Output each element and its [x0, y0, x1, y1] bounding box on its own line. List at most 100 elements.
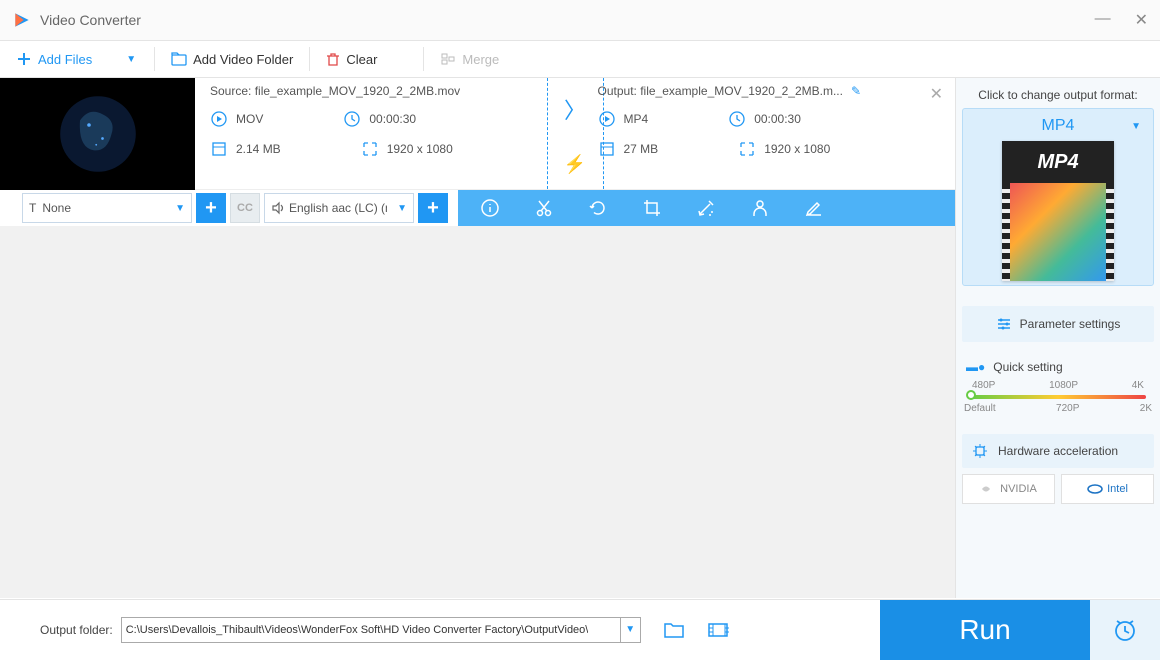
source-filename: Source: file_example_MOV_1920_2_2MB.mov	[210, 84, 558, 98]
nvidia-button[interactable]: NVIDIA	[962, 474, 1055, 504]
param-label: Parameter settings	[1020, 317, 1121, 331]
video-thumbnail[interactable]	[0, 78, 195, 190]
right-panel: Click to change output format: MP4 ▼ MP4…	[955, 78, 1160, 598]
audio-track-select[interactable]: English aac (LC) (mp ▼	[264, 193, 414, 223]
source-format: MOV	[210, 110, 263, 128]
intel-icon	[1087, 483, 1103, 495]
trash-icon	[326, 52, 340, 66]
merge-icon	[440, 51, 456, 67]
merge-button[interactable]: Merge	[424, 41, 515, 77]
subtitle-value: None	[42, 201, 71, 215]
hardware-accel-button[interactable]: Hardware acceleration	[962, 434, 1154, 468]
folder-plus-icon	[171, 51, 187, 67]
empty-area	[0, 226, 955, 598]
slider-tick: Default	[964, 403, 996, 414]
chip-icon	[972, 443, 988, 459]
source-size: 2.14 MB	[210, 140, 281, 158]
output-size: 27 MB	[598, 140, 659, 158]
browse-folder-button[interactable]	[663, 621, 685, 639]
info-tool[interactable]	[478, 196, 502, 220]
output-folder-label: Output folder:	[40, 623, 113, 637]
add-folder-button[interactable]: Add Video Folder	[155, 41, 309, 77]
chevron-down-icon: ▼	[391, 203, 413, 214]
audio-value: English aac (LC) (mp	[289, 201, 387, 215]
app-logo-icon	[12, 10, 32, 30]
hw-label: Hardware acceleration	[998, 444, 1118, 458]
earth-icon	[53, 89, 143, 179]
nvidia-icon	[980, 483, 996, 495]
window-title: Video Converter	[40, 12, 1095, 28]
bottom-bar: Output folder: C:\Users\Devallois_Thibau…	[0, 599, 1160, 659]
format-thumb-label: MP4	[1002, 141, 1114, 183]
output-duration: 00:00:30	[728, 110, 801, 128]
edit-tool[interactable]	[802, 196, 826, 220]
rename-button[interactable]: ✎	[851, 84, 861, 98]
merge-label: Merge	[462, 52, 499, 67]
output-resolution: 1920 x 1080	[738, 140, 830, 158]
titlebar: Video Converter ― ✕	[0, 0, 1160, 40]
slider-tick: 4K	[1132, 380, 1144, 391]
parameter-settings-button[interactable]: Parameter settings	[962, 306, 1154, 342]
resolution-icon	[361, 140, 379, 158]
file-icon	[210, 140, 228, 158]
minimize-button[interactable]: ―	[1095, 10, 1111, 30]
output-format-card[interactable]: MP4 ▼ MP4	[962, 108, 1154, 286]
video-icon	[598, 110, 616, 128]
output-folder-input[interactable]: C:\Users\Devallois_Thibault\Videos\Wonde…	[121, 617, 641, 643]
clear-button[interactable]: Clear	[310, 41, 393, 77]
remove-file-button[interactable]: ✕	[930, 84, 943, 104]
cut-tool[interactable]	[532, 196, 556, 220]
plus-icon	[16, 51, 32, 67]
add-subtitle-button[interactable]: +	[196, 193, 226, 223]
quick-setting-label: ▬● Quick setting	[966, 360, 1154, 374]
clock-icon	[728, 110, 746, 128]
subtitle-select[interactable]: T None ▼	[22, 193, 192, 223]
add-files-dropdown[interactable]: ▼	[126, 54, 136, 65]
effects-tool[interactable]	[694, 196, 718, 220]
add-files-label: Add Files	[38, 52, 92, 67]
add-folder-label: Add Video Folder	[193, 52, 293, 67]
chevron-down-icon: ▼	[1131, 121, 1141, 132]
close-button[interactable]: ✕	[1135, 10, 1148, 30]
format-thumbnail: MP4	[1002, 141, 1114, 281]
slider-tick: 480P	[972, 380, 995, 391]
rotate-tool[interactable]	[586, 196, 610, 220]
quick-icon: ▬●	[966, 360, 985, 374]
crop-tool[interactable]	[640, 196, 664, 220]
action-strip: T None ▼ + CC English aac (LC) (mp ▼ +	[0, 190, 955, 226]
output-filename: Output: file_example_MOV_1920_2_2MB.m...…	[598, 84, 946, 98]
open-folder-button[interactable]	[707, 621, 729, 639]
slider-tick: 720P	[1056, 403, 1079, 414]
chevron-down-icon[interactable]: ▼	[620, 618, 640, 642]
format-name: MP4	[1042, 117, 1075, 135]
subtitle-icon: T	[29, 201, 36, 215]
intel-button[interactable]: Intel	[1061, 474, 1154, 504]
clock-icon	[343, 110, 361, 128]
clear-label: Clear	[346, 52, 377, 67]
video-icon	[210, 110, 228, 128]
quality-slider[interactable]: 480P 1080P 4K Default 720P 2K	[962, 380, 1154, 422]
watermark-tool[interactable]	[748, 196, 772, 220]
nvidia-label: NVIDIA	[1000, 483, 1037, 495]
toolbar: Add Files ▼ Add Video Folder Clear Merge	[0, 40, 1160, 78]
output-format: MP4	[598, 110, 649, 128]
file-icon	[598, 140, 616, 158]
schedule-button[interactable]	[1090, 600, 1160, 660]
add-files-button[interactable]: Add Files	[0, 41, 108, 77]
output-path: C:\Users\Devallois_Thibault\Videos\Wonde…	[126, 624, 589, 636]
slider-handle[interactable]	[966, 390, 976, 400]
slider-tick: 1080P	[1049, 380, 1078, 391]
source-resolution: 1920 x 1080	[361, 140, 453, 158]
file-row: Source: file_example_MOV_1920_2_2MB.mov …	[0, 78, 955, 190]
intel-label: Intel	[1107, 483, 1128, 495]
sliders-icon	[996, 316, 1012, 332]
alarm-icon	[1112, 617, 1138, 643]
add-audio-button[interactable]: +	[418, 193, 448, 223]
run-button[interactable]: Run	[880, 600, 1090, 660]
speaker-icon	[271, 201, 285, 215]
chevron-down-icon: ▼	[169, 203, 191, 214]
cc-button[interactable]: CC	[230, 193, 260, 223]
slider-tick: 2K	[1140, 403, 1152, 414]
format-label: Click to change output format:	[962, 88, 1154, 102]
source-duration: 00:00:30	[343, 110, 416, 128]
